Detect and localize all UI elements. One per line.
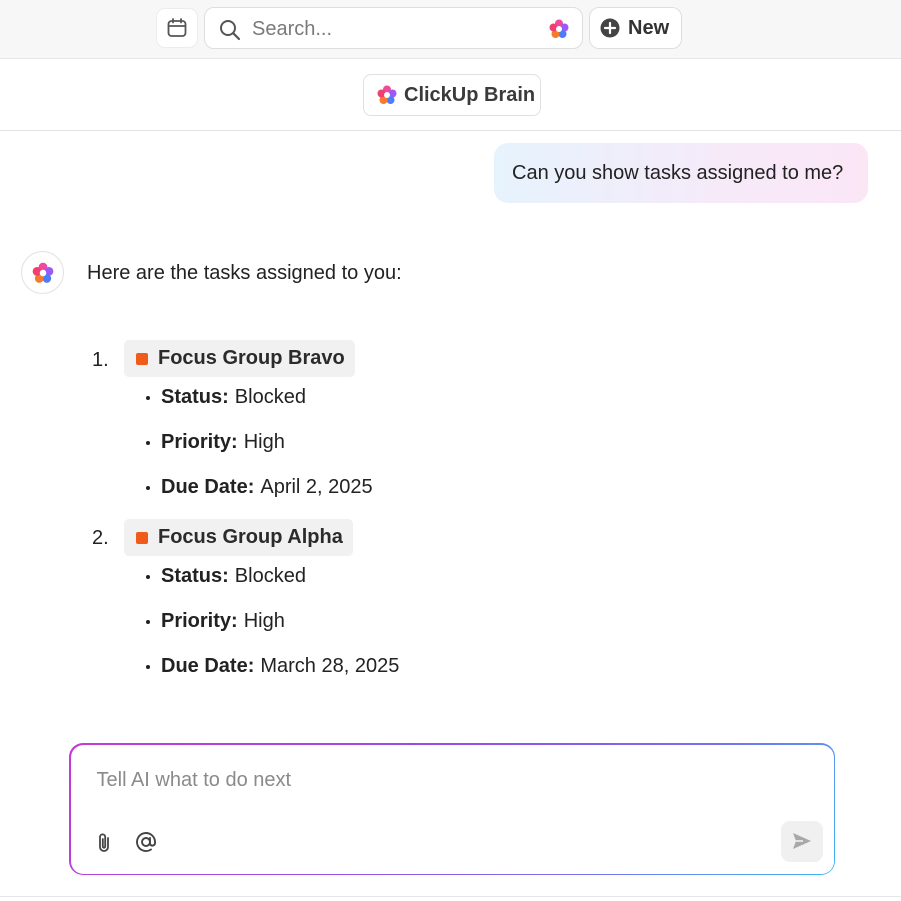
task-name: Focus Group Alpha [158, 526, 343, 548]
ai-prompt-composer [69, 743, 835, 875]
task-field-priority: Priority: High [145, 431, 285, 454]
search-bar[interactable] [204, 7, 583, 49]
new-button[interactable]: New [589, 7, 682, 49]
bullet-dot-icon [146, 574, 150, 579]
brain-header: ClickUp Brain [0, 59, 901, 131]
at-sign-icon [135, 831, 156, 852]
task-number: 2. [92, 527, 109, 549]
search-input[interactable] [252, 16, 532, 42]
field-value: Blocked [234, 386, 306, 408]
bullet-dot-icon [146, 619, 150, 624]
attach-button[interactable] [91, 829, 119, 857]
bullet-dot-icon [146, 664, 150, 669]
send-icon [792, 833, 811, 849]
plus-circle-icon [600, 18, 620, 38]
composer-inner [70, 744, 834, 874]
bottom-divider [0, 896, 901, 897]
top-bar: New [0, 0, 901, 59]
ai-response-intro: Here are the tasks assigned to you: [87, 262, 402, 284]
task-field-due-date: Due Date: March 28, 2025 [145, 655, 399, 678]
task-field-priority: Priority: High [145, 610, 285, 633]
page-title: ClickUp Brain [404, 83, 536, 106]
user-message-bubble: Can you show tasks assigned to me? [494, 143, 868, 203]
task-field-status: Status: Blocked [145, 565, 306, 588]
field-label: Due Date: [161, 476, 255, 498]
clickup-brain-chip[interactable]: ClickUp Brain [363, 74, 541, 116]
new-button-label: New [628, 16, 670, 39]
clickup-brain-icon[interactable] [548, 18, 570, 40]
task-status-square-icon [136, 352, 148, 365]
ai-avatar [21, 251, 64, 294]
bullet-dot-icon [146, 485, 150, 490]
task-field-due-date: Due Date: April 2, 2025 [145, 476, 373, 499]
mention-button[interactable] [131, 827, 161, 857]
field-value: Blocked [234, 565, 306, 587]
clickup-brain-icon [377, 85, 397, 104]
field-label: Status: [161, 386, 229, 408]
ai-prompt-input[interactable] [96, 768, 697, 799]
field-label: Priority: [161, 610, 238, 632]
task-chip-focus-group-alpha[interactable]: Focus Group Alpha [124, 519, 353, 556]
task-field-status: Status: Blocked [145, 386, 306, 409]
search-icon [220, 20, 241, 41]
field-label: Priority: [161, 431, 238, 453]
field-value: High [243, 431, 285, 453]
clickup-brain-icon [32, 262, 53, 283]
calendar-button[interactable] [156, 8, 198, 48]
field-label: Due Date: [161, 655, 255, 677]
field-label: Status: [161, 565, 229, 587]
user-message-text: Can you show tasks assigned to me? [512, 161, 844, 184]
field-value: April 2, 2025 [260, 476, 373, 498]
calendar-icon [167, 18, 187, 37]
field-value: March 28, 2025 [260, 655, 400, 677]
task-number: 1. [92, 349, 109, 371]
paperclip-icon [98, 833, 109, 852]
send-button[interactable] [780, 820, 823, 862]
bullet-dot-icon [146, 395, 150, 400]
task-name: Focus Group Bravo [158, 347, 345, 369]
task-status-square-icon [136, 531, 148, 544]
task-chip-focus-group-bravo[interactable]: Focus Group Bravo [124, 340, 355, 377]
field-value: High [243, 610, 285, 632]
bullet-dot-icon [146, 440, 150, 445]
